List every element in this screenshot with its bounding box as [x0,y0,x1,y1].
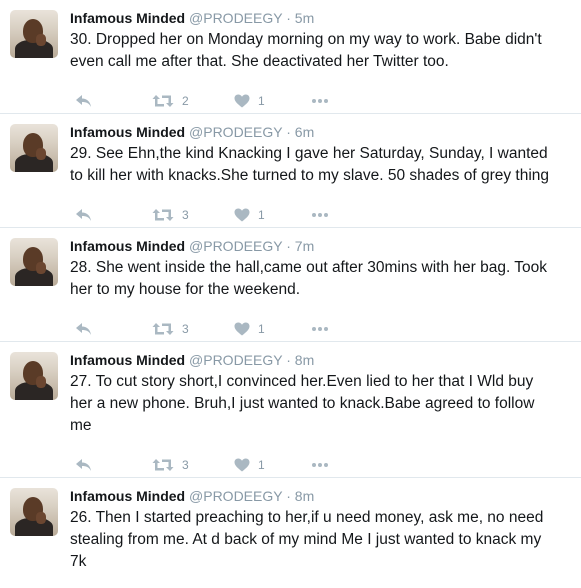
more-button[interactable] [311,205,329,225]
author-handle[interactable]: @PRODEEGY [189,238,282,254]
tweet-content: Infamous Minded @PRODEEGY · 7m 28. She w… [70,237,573,336]
tweet-header: Infamous Minded @PRODEEGY · 8m [70,487,573,505]
like-button[interactable]: 1 [234,205,265,225]
tweet-card[interactable]: Infamous Minded @PRODEEGY · 8m 26. Then … [0,478,581,588]
tweet-content: Infamous Minded @PRODEEGY · 6m 29. See E… [70,123,573,222]
retweet-button[interactable]: 2 [152,91,189,111]
tweet-content: Infamous Minded @PRODEEGY · 8m 26. Then … [70,487,573,573]
like-count: 1 [258,458,265,472]
more-button[interactable] [311,319,329,339]
retweet-count: 3 [182,458,189,472]
retweet-button[interactable]: 3 [152,455,189,475]
heart-icon [234,322,250,336]
avatar[interactable] [10,124,58,172]
avatar[interactable] [10,352,58,400]
tweet-text: 28. She went inside the hall,came out af… [70,259,548,298]
tweet-timestamp[interactable]: 7m [295,238,314,254]
heart-icon [234,94,250,108]
retweet-icon [152,94,174,108]
reply-icon [75,458,93,472]
like-button[interactable]: 1 [234,91,265,111]
heart-icon [234,458,250,472]
like-button[interactable]: 1 [234,319,265,339]
retweet-icon [152,458,174,472]
author-handle[interactable]: @PRODEEGY [189,352,282,368]
tweet-card[interactable]: Infamous Minded @PRODEEGY · 8m 27. To cu… [0,342,581,478]
reply-icon [75,94,93,108]
retweet-count: 2 [182,94,189,108]
more-icon [311,326,329,332]
separator: · [286,238,291,254]
heart-icon [234,208,250,222]
more-button[interactable] [311,455,329,475]
reply-button[interactable] [75,205,93,225]
author-handle[interactable]: @PRODEEGY [189,10,282,26]
tweet-header: Infamous Minded @PRODEEGY · 7m [70,237,573,255]
tweet-card[interactable]: Infamous Minded @PRODEEGY · 5m 30. Dropp… [0,0,581,114]
author-name[interactable]: Infamous Minded [70,124,185,140]
separator: · [286,488,291,504]
tweet-header: Infamous Minded @PRODEEGY · 8m [70,351,573,369]
retweet-button[interactable]: 3 [152,205,189,225]
author-name[interactable]: Infamous Minded [70,238,185,254]
like-count: 1 [258,322,265,336]
tweet-header: Infamous Minded @PRODEEGY · 5m [70,9,573,27]
avatar[interactable] [10,488,58,536]
like-count: 1 [258,208,265,222]
tweet-card[interactable]: Infamous Minded @PRODEEGY · 6m 29. See E… [0,114,581,228]
author-handle[interactable]: @PRODEEGY [189,124,282,140]
tweet-timeline: Infamous Minded @PRODEEGY · 5m 30. Dropp… [0,0,581,588]
separator: · [286,10,291,26]
tweet-text: 29. See Ehn,the kind Knacking I gave her… [70,145,550,184]
tweet-text: 30. Dropped her on Monday morning on my … [70,31,542,70]
separator: · [286,352,291,368]
retweet-button[interactable]: 3 [152,319,189,339]
like-button[interactable]: 1 [234,455,265,475]
more-icon [311,212,329,218]
tweet-content: Infamous Minded @PRODEEGY · 5m 30. Dropp… [70,9,573,108]
retweet-icon [152,322,174,336]
reply-button[interactable] [75,319,93,339]
tweet-timestamp[interactable]: 6m [295,124,314,140]
more-icon [311,462,329,468]
reply-icon [75,322,93,336]
tweet-timestamp[interactable]: 8m [295,488,314,504]
retweet-icon [152,208,174,222]
avatar[interactable] [10,10,58,58]
like-count: 1 [258,94,265,108]
reply-button[interactable] [75,91,93,111]
more-icon [311,98,329,104]
author-name[interactable]: Infamous Minded [70,352,185,368]
author-handle[interactable]: @PRODEEGY [189,488,282,504]
tweet-timestamp[interactable]: 8m [295,352,314,368]
author-name[interactable]: Infamous Minded [70,10,185,26]
tweet-text: 27. To cut story short,I convinced her.E… [70,373,535,434]
retweet-count: 3 [182,322,189,336]
tweet-header: Infamous Minded @PRODEEGY · 6m [70,123,573,141]
tweet-timestamp[interactable]: 5m [295,10,314,26]
more-button[interactable] [311,91,329,111]
separator: · [286,124,291,140]
tweet-content: Infamous Minded @PRODEEGY · 8m 27. To cu… [70,351,573,472]
retweet-count: 3 [182,208,189,222]
author-name[interactable]: Infamous Minded [70,488,185,504]
reply-icon [75,208,93,222]
tweet-card[interactable]: Infamous Minded @PRODEEGY · 7m 28. She w… [0,228,581,342]
reply-button[interactable] [75,455,93,475]
avatar[interactable] [10,238,58,286]
tweet-text: 26. Then I started preaching to her,if u… [70,509,544,570]
